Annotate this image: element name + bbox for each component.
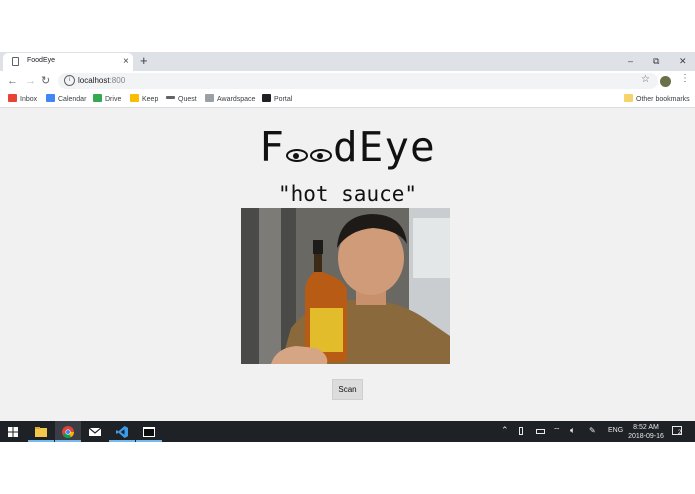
taskbar-terminal[interactable] xyxy=(136,421,162,442)
restore-icon[interactable]: ⧉ xyxy=(653,54,659,68)
clock-time: 8:52 AM xyxy=(633,424,659,431)
bookmark-keep[interactable]: Keep xyxy=(130,94,158,105)
chrome-icon xyxy=(62,426,74,438)
terminal-icon xyxy=(143,427,155,437)
scan-button[interactable]: Scan xyxy=(332,379,363,400)
notification-icon[interactable]: 2 xyxy=(672,426,682,436)
eye-icon xyxy=(285,149,308,162)
calendar-icon xyxy=(46,94,55,102)
windows-taskbar: ⌃ ⌔ 🔈︎ ✎ ENG 8:52 AM 2018-09-16 2 xyxy=(0,421,695,442)
volume-icon[interactable]: 🔈︎ xyxy=(570,424,575,436)
taskbar-mail[interactable] xyxy=(82,421,108,442)
bookmark-calendar[interactable]: Calendar xyxy=(46,94,86,105)
bookmark-star-icon[interactable]: ☆ xyxy=(641,74,650,85)
new-tab-icon[interactable]: + xyxy=(140,53,148,69)
bookmark-label: Inbox xyxy=(20,96,38,103)
taskbar-file-explorer[interactable] xyxy=(28,421,54,442)
page-content: FdEye "hot sauce" Scan xyxy=(0,108,695,421)
usb-icon[interactable] xyxy=(519,427,523,435)
bookmark-label: Awardspace xyxy=(217,96,256,103)
clock-date: 2018-09-16 xyxy=(628,433,664,440)
prediction-result: "hot sauce" xyxy=(277,182,418,206)
vscode-icon xyxy=(116,426,128,438)
info-icon[interactable]: i xyxy=(64,75,75,86)
url-port: :800 xyxy=(109,76,126,85)
forward-icon[interactable]: → xyxy=(25,74,36,88)
bookmark-drive[interactable]: Drive xyxy=(93,94,121,105)
drive-icon xyxy=(93,94,102,102)
taskbar-vscode[interactable] xyxy=(109,421,135,442)
bookmark-label: Quest xyxy=(178,96,197,103)
window-close-icon[interactable]: ✕ xyxy=(679,54,687,68)
app-logo: FdEye xyxy=(0,122,695,172)
profile-avatar[interactable] xyxy=(660,76,671,87)
bookmark-label: Portal xyxy=(274,96,293,103)
taskbar-chrome[interactable] xyxy=(55,421,81,442)
app-running-indicator xyxy=(136,440,162,442)
reload-icon[interactable]: ↻ xyxy=(41,74,50,88)
tab-strip: FoodEye × + – ⧉ ✕ xyxy=(0,52,695,71)
bookmark-inbox[interactable]: Inbox xyxy=(8,94,37,105)
battery-icon[interactable] xyxy=(536,429,545,434)
url-text: localhost:800 xyxy=(78,76,125,85)
bookmark-label: Keep xyxy=(142,96,159,103)
address-bar[interactable]: i localhost:800 ☆ xyxy=(58,73,658,89)
webcam-feed xyxy=(241,208,450,364)
bookmark-quest[interactable]: Quest xyxy=(166,94,197,105)
quest-icon xyxy=(166,96,175,99)
portal-icon xyxy=(262,94,271,102)
minimize-icon[interactable]: – xyxy=(628,54,633,68)
notification-count: 2 xyxy=(678,430,682,436)
mail-icon xyxy=(89,428,101,436)
folder-icon xyxy=(624,94,633,102)
logo-text-end: dEye xyxy=(332,123,436,171)
other-bookmarks-label: Other bookmarks xyxy=(636,96,690,103)
awardspace-icon xyxy=(205,94,214,102)
tab-foodeye[interactable]: FoodEye × xyxy=(3,53,133,71)
webcam-image xyxy=(241,208,450,364)
eye-icon xyxy=(309,149,332,162)
feed-bottle-cap xyxy=(313,240,323,254)
other-bookmarks[interactable]: Other bookmarks xyxy=(624,94,690,105)
wifi-icon[interactable]: ⌔ xyxy=(553,425,561,437)
url-host: localhost xyxy=(78,76,110,85)
browser-toolbar: ← → ↻ i localhost:800 ☆ ⋮ xyxy=(0,71,695,92)
app-running-indicator xyxy=(109,440,135,442)
feed-bottle-label xyxy=(310,308,343,352)
keep-icon xyxy=(130,94,139,102)
bookmark-label: Drive xyxy=(105,96,122,103)
screen: FoodEye × + – ⧉ ✕ ← → ↻ i localhost:800 … xyxy=(0,52,695,442)
bookmark-label: Calendar xyxy=(58,96,87,103)
bookmark-awardspace[interactable]: Awardspace xyxy=(205,94,255,105)
windows-start-icon[interactable] xyxy=(8,427,18,437)
bookmark-portal[interactable]: Portal xyxy=(262,94,292,105)
menu-icon[interactable]: ⋮ xyxy=(680,73,690,84)
logo-text-start: F xyxy=(259,123,285,171)
pen-icon[interactable]: ✎ xyxy=(589,425,596,437)
clock[interactable]: 8:52 AM 2018-09-16 xyxy=(628,423,664,441)
tab-close-icon[interactable]: × xyxy=(123,55,129,69)
language-indicator[interactable]: ENG xyxy=(608,425,623,437)
bookmarks-bar: Inbox Calendar Drive Keep Quest Awardspa… xyxy=(0,92,695,108)
chevron-up-icon[interactable]: ⌃ xyxy=(501,424,509,436)
feed-window-light xyxy=(413,218,450,278)
feed-bottle-neck xyxy=(314,254,322,272)
feed-left-highlight xyxy=(259,208,281,364)
back-icon[interactable]: ← xyxy=(7,74,18,88)
tab-title: FoodEye xyxy=(27,57,56,64)
folder-icon xyxy=(35,427,47,437)
gmail-icon xyxy=(8,94,17,102)
app-running-indicator xyxy=(55,440,81,442)
app-running-indicator xyxy=(28,440,54,442)
page-icon xyxy=(12,57,19,66)
